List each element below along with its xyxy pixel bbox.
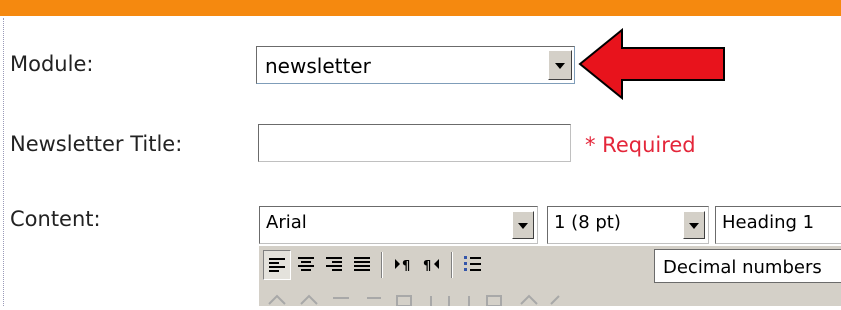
font-name-value: Arial	[266, 212, 307, 233]
rtl-button[interactable]: ¶	[419, 250, 447, 280]
ordered-list-button[interactable]	[459, 250, 487, 280]
module-select[interactable]: newsletter	[256, 46, 575, 84]
block-format-value: Heading 1	[722, 212, 815, 233]
toolbar-separator	[451, 252, 453, 278]
font-name-dropdown-button[interactable]	[512, 211, 534, 239]
newsletter-title-label: Newsletter Title:	[10, 132, 183, 156]
dropdown-arrow-icon	[555, 63, 565, 69]
align-left-icon	[269, 258, 285, 272]
list-style-value: Decimal numbers	[663, 257, 822, 278]
rtl-icon: ¶	[423, 259, 439, 274]
red-arrow-annotation	[578, 28, 725, 100]
svg-text:¶: ¶	[402, 259, 410, 274]
content-label: Content:	[10, 207, 101, 231]
editor-toolbar-row-2	[259, 286, 841, 307]
ltr-icon: ¶	[395, 259, 410, 274]
font-size-dropdown-button[interactable]	[683, 211, 705, 239]
dropdown-arrow-icon	[689, 223, 699, 229]
align-right-icon	[326, 257, 342, 271]
justify-button[interactable]	[349, 250, 377, 280]
top-accent-bar	[0, 0, 841, 16]
font-size-value: 1 (8 pt)	[554, 212, 621, 233]
align-center-icon	[298, 257, 314, 271]
newsletter-title-input[interactable]	[258, 124, 571, 162]
font-size-select[interactable]: 1 (8 pt)	[547, 206, 709, 244]
editor-toolbar: ¶ ¶ Decimal numbers	[259, 246, 841, 286]
toolbar-row-2-icons	[268, 294, 560, 307]
ordered-list-icon	[464, 256, 481, 271]
list-style-select[interactable]: Decimal numbers	[654, 249, 841, 283]
module-dropdown-button[interactable]	[548, 50, 572, 80]
module-select-value: newsletter	[265, 54, 371, 78]
justify-icon	[354, 257, 370, 271]
align-right-button[interactable]	[321, 250, 349, 280]
left-border	[3, 18, 4, 306]
ltr-button[interactable]: ¶	[389, 250, 417, 280]
red-arrow-icon	[578, 28, 725, 100]
module-label: Module:	[10, 52, 94, 76]
svg-text:¶: ¶	[423, 259, 431, 274]
align-left-button[interactable]	[263, 250, 291, 280]
dropdown-arrow-icon	[518, 223, 528, 229]
required-indicator: * Required	[585, 133, 696, 157]
toolbar-separator	[381, 252, 383, 278]
block-format-select[interactable]: Heading 1	[715, 206, 841, 244]
font-name-select[interactable]: Arial	[259, 206, 538, 244]
align-center-button[interactable]	[293, 250, 321, 280]
